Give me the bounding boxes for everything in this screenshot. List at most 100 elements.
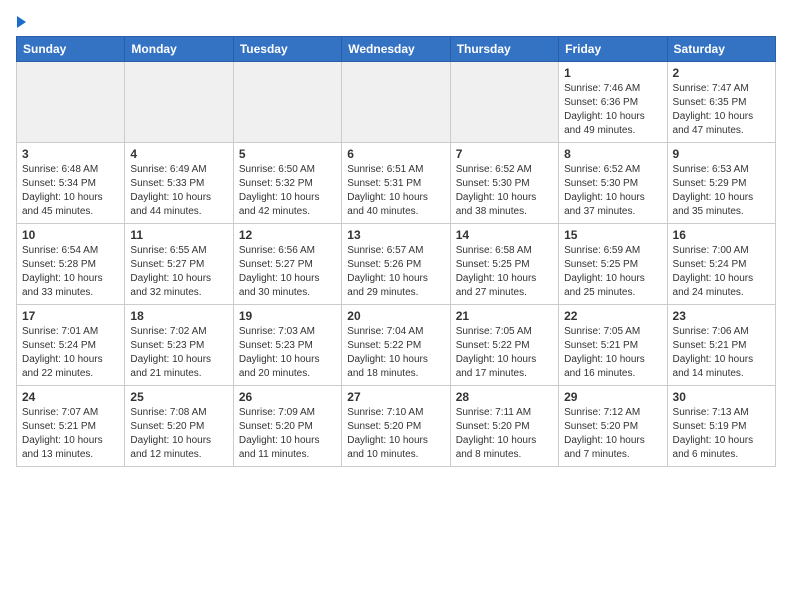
- col-header-saturday: Saturday: [667, 37, 775, 62]
- day-info: Sunrise: 7:06 AM Sunset: 5:21 PM Dayligh…: [673, 325, 770, 381]
- calendar-cell: 14 Sunrise: 6:58 AM Sunset: 5:25 PM Dayli…: [450, 224, 558, 305]
- day-number: 7: [456, 147, 553, 161]
- calendar-cell: 1 Sunrise: 7:46 AM Sunset: 6:36 PM Daylig…: [559, 62, 667, 143]
- day-info: Sunrise: 6:50 AM Sunset: 5:32 PM Dayligh…: [239, 163, 336, 219]
- day-info: Sunrise: 7:46 AM Sunset: 6:36 PM Dayligh…: [564, 82, 661, 138]
- col-header-sunday: Sunday: [17, 37, 125, 62]
- day-number: 16: [673, 228, 770, 242]
- day-info: Sunrise: 7:09 AM Sunset: 5:20 PM Dayligh…: [239, 406, 336, 462]
- day-info: Sunrise: 7:07 AM Sunset: 5:21 PM Dayligh…: [22, 406, 119, 462]
- calendar-cell: 7 Sunrise: 6:52 AM Sunset: 5:30 PM Daylig…: [450, 143, 558, 224]
- calendar-cell: 27 Sunrise: 7:10 AM Sunset: 5:20 PM Dayli…: [342, 386, 450, 467]
- day-info: Sunrise: 6:49 AM Sunset: 5:33 PM Dayligh…: [130, 163, 227, 219]
- day-info: Sunrise: 7:02 AM Sunset: 5:23 PM Dayligh…: [130, 325, 227, 381]
- day-info: Sunrise: 6:52 AM Sunset: 5:30 PM Dayligh…: [456, 163, 553, 219]
- calendar-cell: 21Sunrise: 7:05 AM Sunset: 5:22 PM Dayli…: [450, 305, 558, 386]
- day-number: 11: [130, 228, 227, 242]
- day-info: Sunrise: 6:54 AM Sunset: 5:28 PM Dayligh…: [22, 244, 119, 300]
- day-number: 18: [130, 309, 227, 323]
- day-number: 27: [347, 390, 444, 404]
- calendar-cell: 24 Sunrise: 7:07 AM Sunset: 5:21 PM Dayli…: [17, 386, 125, 467]
- day-info: Sunrise: 7:47 AM Sunset: 6:35 PM Dayligh…: [673, 82, 770, 138]
- day-info: Sunrise: 7:10 AM Sunset: 5:20 PM Dayligh…: [347, 406, 444, 462]
- calendar-cell: 16 Sunrise: 7:00 AM Sunset: 5:24 PM Dayli…: [667, 224, 775, 305]
- calendar-cell: 8 Sunrise: 6:52 AM Sunset: 5:30 PM Daylig…: [559, 143, 667, 224]
- day-number: 20: [347, 309, 444, 323]
- calendar-cell: [233, 62, 341, 143]
- day-number: 19: [239, 309, 336, 323]
- calendar-cell: 17Sunrise: 7:01 AM Sunset: 5:24 PM Dayli…: [17, 305, 125, 386]
- calendar-cell: [342, 62, 450, 143]
- day-number: 5: [239, 147, 336, 161]
- day-info: Sunrise: 7:11 AM Sunset: 5:20 PM Dayligh…: [456, 406, 553, 462]
- calendar-cell: 2Sunrise: 7:47 AM Sunset: 6:35 PM Daylig…: [667, 62, 775, 143]
- calendar-cell: 4 Sunrise: 6:49 AM Sunset: 5:33 PM Daylig…: [125, 143, 233, 224]
- calendar-cell: 3 Sunrise: 6:48 AM Sunset: 5:34 PM Daylig…: [17, 143, 125, 224]
- logo-triangle-icon: [17, 16, 26, 28]
- calendar-week-row: 1 Sunrise: 7:46 AM Sunset: 6:36 PM Daylig…: [17, 62, 776, 143]
- day-number: 6: [347, 147, 444, 161]
- calendar-cell: 6 Sunrise: 6:51 AM Sunset: 5:31 PM Daylig…: [342, 143, 450, 224]
- day-number: 15: [564, 228, 661, 242]
- calendar-cell: 28 Sunrise: 7:11 AM Sunset: 5:20 PM Dayli…: [450, 386, 558, 467]
- day-number: 24: [22, 390, 119, 404]
- calendar-cell: 19Sunrise: 7:03 AM Sunset: 5:23 PM Dayli…: [233, 305, 341, 386]
- col-header-monday: Monday: [125, 37, 233, 62]
- calendar-cell: [17, 62, 125, 143]
- calendar-week-row: 3 Sunrise: 6:48 AM Sunset: 5:34 PM Daylig…: [17, 143, 776, 224]
- day-number: 25: [130, 390, 227, 404]
- day-number: 10: [22, 228, 119, 242]
- calendar-cell: 10 Sunrise: 6:54 AM Sunset: 5:28 PM Dayli…: [17, 224, 125, 305]
- calendar-week-row: 24 Sunrise: 7:07 AM Sunset: 5:21 PM Dayli…: [17, 386, 776, 467]
- calendar-cell: 12 Sunrise: 6:56 AM Sunset: 5:27 PM Dayli…: [233, 224, 341, 305]
- day-info: Sunrise: 6:48 AM Sunset: 5:34 PM Dayligh…: [22, 163, 119, 219]
- calendar-cell: [125, 62, 233, 143]
- day-number: 30: [673, 390, 770, 404]
- day-number: 9: [673, 147, 770, 161]
- day-info: Sunrise: 6:51 AM Sunset: 5:31 PM Dayligh…: [347, 163, 444, 219]
- calendar-cell: 26Sunrise: 7:09 AM Sunset: 5:20 PM Dayli…: [233, 386, 341, 467]
- day-number: 8: [564, 147, 661, 161]
- calendar-cell: 13 Sunrise: 6:57 AM Sunset: 5:26 PM Dayli…: [342, 224, 450, 305]
- day-info: Sunrise: 7:13 AM Sunset: 5:19 PM Dayligh…: [673, 406, 770, 462]
- page-header: [16, 16, 776, 28]
- calendar-cell: [450, 62, 558, 143]
- calendar-cell: 5 Sunrise: 6:50 AM Sunset: 5:32 PM Daylig…: [233, 143, 341, 224]
- day-number: 1: [564, 66, 661, 80]
- calendar-table: SundayMondayTuesdayWednesdayThursdayFrid…: [16, 36, 776, 467]
- day-number: 14: [456, 228, 553, 242]
- col-header-friday: Friday: [559, 37, 667, 62]
- calendar-cell: 29 Sunrise: 7:12 AM Sunset: 5:20 PM Dayli…: [559, 386, 667, 467]
- day-info: Sunrise: 7:00 AM Sunset: 5:24 PM Dayligh…: [673, 244, 770, 300]
- day-info: Sunrise: 7:04 AM Sunset: 5:22 PM Dayligh…: [347, 325, 444, 381]
- day-number: 4: [130, 147, 227, 161]
- calendar-week-row: 10 Sunrise: 6:54 AM Sunset: 5:28 PM Dayli…: [17, 224, 776, 305]
- day-number: 28: [456, 390, 553, 404]
- day-number: 12: [239, 228, 336, 242]
- day-number: 23: [673, 309, 770, 323]
- day-info: Sunrise: 6:59 AM Sunset: 5:25 PM Dayligh…: [564, 244, 661, 300]
- day-info: Sunrise: 6:57 AM Sunset: 5:26 PM Dayligh…: [347, 244, 444, 300]
- col-header-thursday: Thursday: [450, 37, 558, 62]
- day-info: Sunrise: 7:01 AM Sunset: 5:24 PM Dayligh…: [22, 325, 119, 381]
- day-info: Sunrise: 7:05 AM Sunset: 5:22 PM Dayligh…: [456, 325, 553, 381]
- day-info: Sunrise: 6:52 AM Sunset: 5:30 PM Dayligh…: [564, 163, 661, 219]
- col-header-tuesday: Tuesday: [233, 37, 341, 62]
- calendar-cell: 30 Sunrise: 7:13 AM Sunset: 5:19 PM Dayli…: [667, 386, 775, 467]
- calendar-header-row: SundayMondayTuesdayWednesdayThursdayFrid…: [17, 37, 776, 62]
- day-info: Sunrise: 6:53 AM Sunset: 5:29 PM Dayligh…: [673, 163, 770, 219]
- calendar-cell: 25 Sunrise: 7:08 AM Sunset: 5:20 PM Dayli…: [125, 386, 233, 467]
- calendar-week-row: 17Sunrise: 7:01 AM Sunset: 5:24 PM Dayli…: [17, 305, 776, 386]
- calendar-cell: 20 Sunrise: 7:04 AM Sunset: 5:22 PM Dayli…: [342, 305, 450, 386]
- day-number: 3: [22, 147, 119, 161]
- calendar-cell: 15 Sunrise: 6:59 AM Sunset: 5:25 PM Dayli…: [559, 224, 667, 305]
- calendar-cell: 11 Sunrise: 6:55 AM Sunset: 5:27 PM Dayli…: [125, 224, 233, 305]
- calendar-cell: 18 Sunrise: 7:02 AM Sunset: 5:23 PM Dayli…: [125, 305, 233, 386]
- day-info: Sunrise: 6:56 AM Sunset: 5:27 PM Dayligh…: [239, 244, 336, 300]
- day-info: Sunrise: 7:12 AM Sunset: 5:20 PM Dayligh…: [564, 406, 661, 462]
- day-info: Sunrise: 7:08 AM Sunset: 5:20 PM Dayligh…: [130, 406, 227, 462]
- day-info: Sunrise: 6:55 AM Sunset: 5:27 PM Dayligh…: [130, 244, 227, 300]
- day-number: 13: [347, 228, 444, 242]
- day-info: Sunrise: 6:58 AM Sunset: 5:25 PM Dayligh…: [456, 244, 553, 300]
- day-number: 29: [564, 390, 661, 404]
